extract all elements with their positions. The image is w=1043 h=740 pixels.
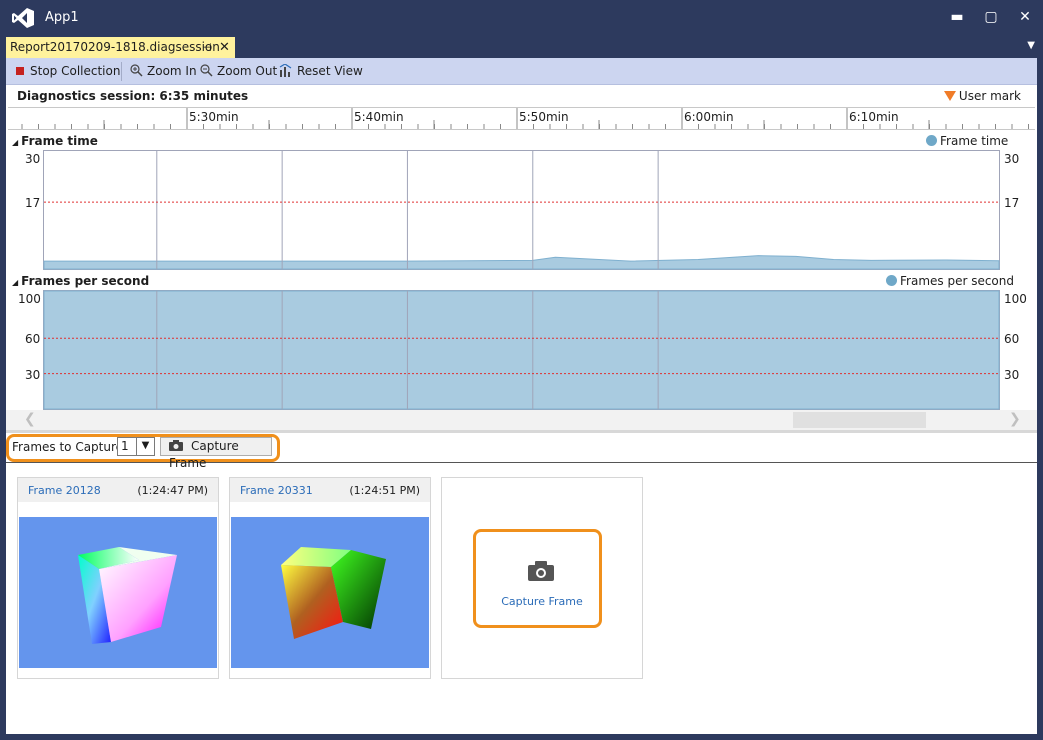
frame-time-section-header[interactable]: ◢ Frame time — [12, 134, 98, 148]
ruler-label: 5:40min — [354, 110, 404, 124]
document-tab-strip: Report20170209-1818.diagsession ⊣ ✕ ▼ — [0, 36, 1043, 58]
y-tick-left: 30 — [25, 368, 41, 382]
scrollbar-thumb[interactable] — [793, 412, 926, 428]
zoom-out-label: Zoom Out — [217, 64, 278, 78]
frame-card[interactable]: Frame 20331 (1:24:51 PM) — [229, 477, 431, 679]
user-mark-icon — [943, 91, 956, 101]
frame-card-header: Frame 20331 (1:24:51 PM) — [230, 478, 430, 502]
ruler-label: 6:10min — [849, 110, 899, 124]
y-tick-right: 30 — [1004, 152, 1020, 166]
collapse-arrow-icon: ◢ — [12, 278, 19, 287]
close-tab-icon[interactable]: ✕ — [219, 37, 230, 58]
y-tick-left: 100 — [18, 292, 41, 306]
fps-legend: Frames per second — [886, 274, 1014, 288]
capture-controls-bar: Frames to Capture: 1 ▼ Capture Frame — [6, 433, 1037, 470]
toolbar-separator — [121, 62, 122, 81]
camera-icon — [169, 440, 183, 451]
zoom-in-label: Zoom In — [147, 64, 197, 78]
title-bar: App1 ▬ ▢ ✕ — [0, 0, 1043, 36]
ruler-label: 5:30min — [189, 110, 239, 124]
zoom-in-icon — [130, 64, 143, 77]
capture-frame-card[interactable]: Capture Frame — [441, 477, 643, 679]
y-tick-left: 30 — [25, 152, 41, 166]
frame-time: (1:24:51 PM) — [349, 484, 420, 497]
frames-to-capture-label: Frames to Capture: — [12, 440, 128, 454]
scroll-right-icon[interactable]: ❯ — [1009, 411, 1021, 427]
fps-legend-label: Frames per second — [900, 274, 1014, 288]
frame-thumbnail[interactable] — [19, 517, 217, 668]
y-tick-left: 17 — [25, 196, 41, 210]
frame-time-legend: Frame time — [926, 134, 1008, 148]
fps-section-header[interactable]: ◢ Frames per second — [12, 274, 149, 288]
capture-frame-button[interactable]: Capture Frame — [160, 437, 272, 470]
frame-time-chart[interactable] — [43, 150, 1000, 270]
close-window-button[interactable]: ✕ — [1010, 6, 1040, 28]
camera-icon — [528, 561, 554, 581]
y-tick-right: 100 — [1004, 292, 1027, 306]
diagnostics-panel: Stop Collection Zoom In Zoom Out Reset V… — [6, 58, 1037, 734]
zoom-in-button[interactable]: Zoom In — [130, 63, 197, 80]
tab-list-dropdown-icon[interactable]: ▼ — [1027, 40, 1035, 51]
user-mark-label: User mark — [958, 89, 1021, 103]
fps-chart[interactable] — [43, 290, 1000, 410]
frame-time-title: Frame time — [21, 134, 98, 148]
session-duration: Diagnostics session: 6:35 minutes — [17, 89, 249, 103]
legend-dot-icon — [886, 275, 897, 286]
zoom-out-button[interactable]: Zoom Out — [200, 63, 277, 80]
frame-card[interactable]: Frame 20128 (1:24:47 PM) — [17, 477, 219, 679]
session-bar: Diagnostics session: 6:35 minutes User m… — [6, 86, 1037, 106]
y-tick-right: 60 — [1004, 332, 1020, 346]
timeline-scrollbar[interactable]: ❮ ❯ — [6, 410, 1037, 430]
frame-name-link[interactable]: Frame 20128 — [28, 484, 101, 497]
frames-to-capture-value: 1 — [121, 439, 129, 453]
document-tab[interactable]: Report20170209-1818.diagsession ⊣ ✕ — [6, 37, 235, 58]
rgb-cube-image — [281, 547, 386, 639]
y-tick-right: 30 — [1004, 368, 1020, 382]
stop-collection-button[interactable]: Stop Collection — [16, 63, 120, 80]
frame-thumbnail[interactable] — [231, 517, 429, 668]
minimize-button[interactable]: ▬ — [942, 6, 972, 28]
visual-studio-logo-icon — [12, 8, 34, 28]
legend-dot-icon — [926, 135, 937, 146]
rgb-cube-image — [78, 547, 177, 644]
y-tick-left: 60 — [25, 332, 41, 346]
chart-plot-area — [43, 150, 1000, 270]
time-ruler[interactable]: 5:30min 5:40min 5:50min 6:00min 6:10min — [8, 107, 1035, 130]
stop-collection-label: Stop Collection — [30, 64, 121, 78]
collapse-arrow-icon: ◢ — [12, 138, 19, 147]
chevron-down-icon[interactable]: ▼ — [136, 438, 154, 455]
toolbar: Stop Collection Zoom In Zoom Out Reset V… — [6, 58, 1037, 85]
reset-view-label: Reset View — [297, 64, 363, 78]
reset-view-button[interactable]: Reset View — [279, 63, 363, 80]
capture-frame-link[interactable]: Capture Frame — [442, 595, 642, 608]
reset-view-icon — [279, 63, 292, 77]
maximize-button[interactable]: ▢ — [976, 6, 1006, 28]
pin-tab-icon[interactable]: ⊣ — [202, 37, 212, 58]
user-mark-legend[interactable]: User mark — [943, 89, 1021, 103]
frame-time-legend-label: Frame time — [940, 134, 1009, 148]
zoom-out-icon — [200, 64, 213, 77]
ruler-label: 6:00min — [684, 110, 734, 124]
y-tick-right: 17 — [1004, 196, 1020, 210]
document-tab-label: Report20170209-1818.diagsession — [10, 40, 220, 54]
scroll-left-icon[interactable]: ❮ — [24, 411, 36, 427]
app-title: App1 — [45, 10, 79, 25]
frame-card-header: Frame 20128 (1:24:47 PM) — [18, 478, 218, 502]
ruler-label: 5:50min — [519, 110, 569, 124]
stop-icon — [16, 67, 24, 75]
frame-name-link[interactable]: Frame 20331 — [240, 484, 313, 497]
frames-to-capture-select[interactable]: 1 ▼ — [117, 437, 155, 456]
frame-time: (1:24:47 PM) — [137, 484, 208, 497]
series-area — [43, 290, 1000, 410]
fps-title: Frames per second — [21, 274, 150, 288]
